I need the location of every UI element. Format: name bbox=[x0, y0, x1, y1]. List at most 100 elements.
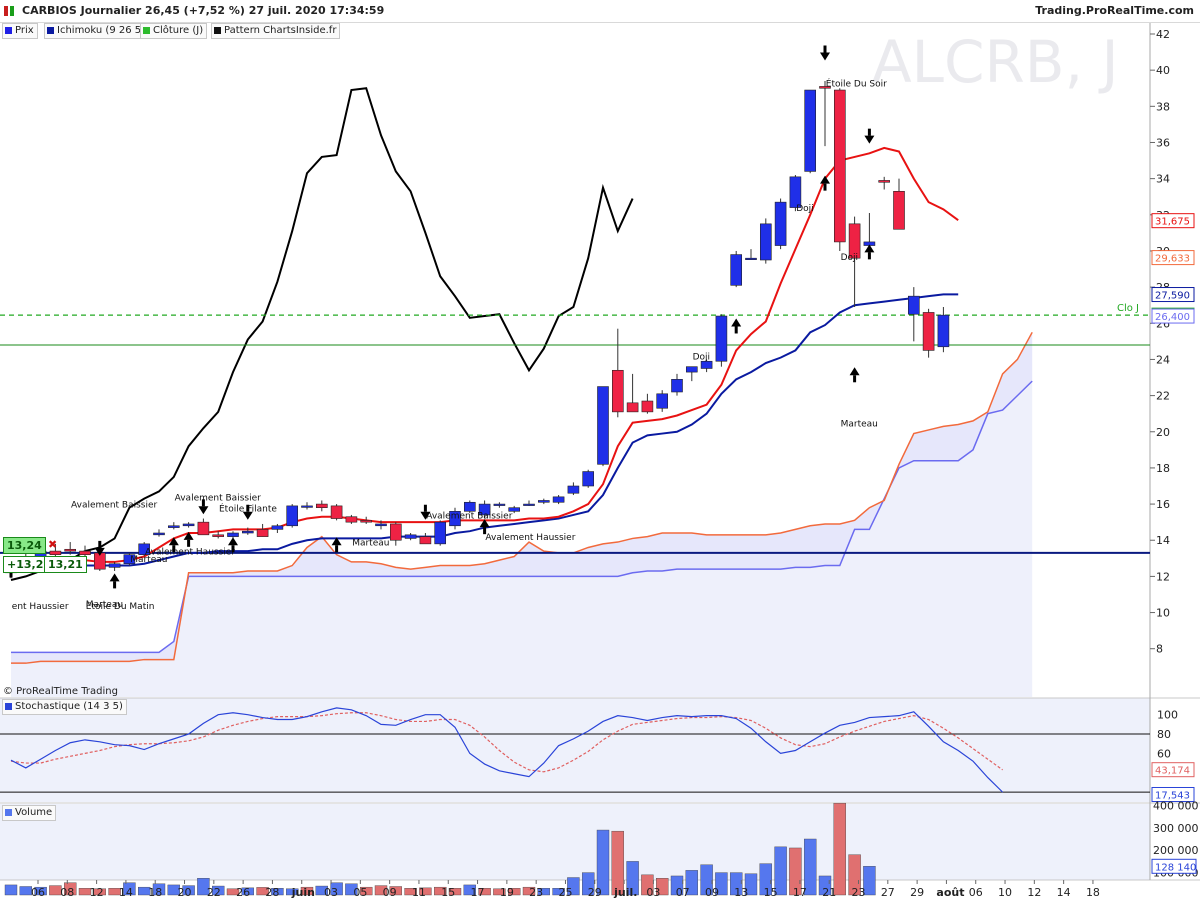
x-tick-label: 03 bbox=[324, 886, 338, 899]
legend-item[interactable]: Ichimoku (9 26 52) bbox=[44, 23, 156, 39]
candle bbox=[656, 393, 669, 409]
pattern-label: Avalement Haussier bbox=[485, 533, 575, 543]
stoch-panel-bg bbox=[0, 698, 1150, 802]
arrow-shaft bbox=[853, 375, 857, 383]
legend-swatch bbox=[143, 27, 150, 34]
volume-tick-label: 200 000 bbox=[1153, 844, 1199, 857]
x-tick-label: 17 bbox=[793, 886, 807, 899]
pattern-label: Étoile Du Soir bbox=[826, 77, 887, 89]
x-tick-label: 23 bbox=[852, 886, 866, 899]
arrow-shaft bbox=[201, 499, 205, 507]
pattern-label: Marteau bbox=[352, 539, 389, 549]
candle bbox=[715, 315, 728, 362]
candle bbox=[611, 369, 624, 413]
window-icon-red[interactable] bbox=[4, 6, 8, 16]
title-bar: CARBIOS Journalier 26,45 (+7,52 %) 27 ju… bbox=[0, 0, 1200, 23]
close-line-label: Clo J bbox=[1117, 303, 1139, 314]
stoch-tick-label: 80 bbox=[1157, 728, 1171, 741]
stoch-tick-label: 60 bbox=[1157, 747, 1171, 760]
watermark: ALCRB, J bbox=[872, 28, 1119, 96]
window-icon-green[interactable] bbox=[10, 6, 14, 16]
arrow-shaft bbox=[98, 540, 102, 548]
volume-bar bbox=[833, 802, 846, 896]
x-tick-label: 12 bbox=[90, 886, 104, 899]
x-tick-label: 27 bbox=[881, 886, 895, 899]
legend-swatch bbox=[5, 27, 12, 34]
volume-bar bbox=[19, 886, 32, 896]
y-tick-label: 18 bbox=[1156, 462, 1170, 475]
volume-legend[interactable]: Volume bbox=[2, 805, 57, 821]
x-tick-label: 12 bbox=[1027, 886, 1041, 899]
x-tick-label: 18 bbox=[1086, 886, 1100, 899]
legend-item[interactable]: Clôture (J) bbox=[140, 23, 208, 39]
candle bbox=[730, 254, 743, 286]
value-box: 13,21 bbox=[44, 556, 87, 573]
candle bbox=[745, 257, 757, 260]
legend-label: Ichimoku (9 26 52) bbox=[57, 25, 152, 36]
stoch-tick-label: 100 bbox=[1157, 709, 1178, 722]
x-tick-label: 23 bbox=[529, 886, 543, 899]
candle bbox=[182, 523, 195, 527]
legend-label: Prix bbox=[15, 25, 34, 36]
pattern-label: Marteau bbox=[130, 555, 167, 565]
arrow-shaft bbox=[823, 45, 827, 53]
candle bbox=[523, 503, 535, 506]
x-tick-label: 21 bbox=[822, 886, 836, 899]
x-tick-label: août bbox=[936, 886, 964, 899]
candle bbox=[685, 366, 698, 373]
candle bbox=[774, 201, 787, 246]
volume-panel-bg bbox=[0, 804, 1150, 880]
arrow-shaft bbox=[113, 581, 117, 589]
y-tick-label: 36 bbox=[1156, 136, 1170, 149]
x-tick-label: 03 bbox=[646, 886, 660, 899]
candle bbox=[419, 536, 432, 545]
legend-item[interactable]: Prix bbox=[2, 23, 38, 39]
candle bbox=[108, 563, 121, 568]
x-tick-label: 09 bbox=[705, 886, 719, 899]
candle bbox=[641, 400, 654, 413]
candle bbox=[242, 530, 254, 534]
x-tick-label: 26 bbox=[236, 886, 250, 899]
candle bbox=[360, 520, 373, 523]
volume-tick-label: 300 000 bbox=[1153, 822, 1199, 835]
arrow-shaft bbox=[867, 252, 871, 260]
x-tick-label: 08 bbox=[60, 886, 74, 899]
candle bbox=[597, 386, 609, 465]
pattern-label: Avalement Baissier bbox=[175, 493, 262, 503]
candle bbox=[79, 550, 91, 556]
legend-label: Pattern ChartsInside.fr bbox=[224, 25, 337, 36]
value-label: 26,400 bbox=[1155, 312, 1190, 323]
candle bbox=[552, 496, 565, 503]
candle bbox=[804, 89, 817, 172]
y-tick-label: 12 bbox=[1156, 570, 1170, 583]
x-tick-label: 29 bbox=[588, 886, 602, 899]
pattern-label: Avalement Baissier bbox=[71, 501, 158, 511]
candle bbox=[168, 525, 180, 528]
legend-item[interactable]: Pattern ChartsInside.fr bbox=[211, 23, 341, 39]
stochastic-legend[interactable]: Stochastique (14 3 5) bbox=[2, 699, 127, 715]
candle bbox=[315, 503, 328, 508]
stoch-value-label: 43,174 bbox=[1155, 766, 1190, 777]
y-tick-label: 14 bbox=[1156, 534, 1170, 547]
legend-label: Clôture (J) bbox=[153, 25, 204, 36]
pattern-label: Marteau bbox=[86, 600, 123, 610]
y-tick-label: 42 bbox=[1156, 28, 1170, 41]
y-tick-label: 38 bbox=[1156, 100, 1170, 113]
candle bbox=[330, 505, 343, 519]
y-tick-label: 40 bbox=[1156, 64, 1170, 77]
pattern-label: Doji bbox=[841, 253, 858, 263]
candle bbox=[537, 500, 550, 503]
volume-bar bbox=[4, 884, 18, 896]
arrow-shaft bbox=[231, 545, 235, 553]
x-tick-label: 14 bbox=[1057, 886, 1071, 899]
arrow-shaft bbox=[246, 504, 250, 512]
close-icon[interactable]: ✖ bbox=[45, 537, 60, 552]
candle bbox=[907, 295, 920, 315]
x-tick-label: 10 bbox=[998, 886, 1012, 899]
arrow-shaft bbox=[823, 183, 827, 191]
candle bbox=[937, 314, 950, 348]
y-tick-label: 10 bbox=[1156, 607, 1170, 620]
value-label: 31,675 bbox=[1155, 217, 1190, 228]
x-tick-label: 22 bbox=[207, 886, 221, 899]
arrow-shaft bbox=[187, 539, 191, 547]
